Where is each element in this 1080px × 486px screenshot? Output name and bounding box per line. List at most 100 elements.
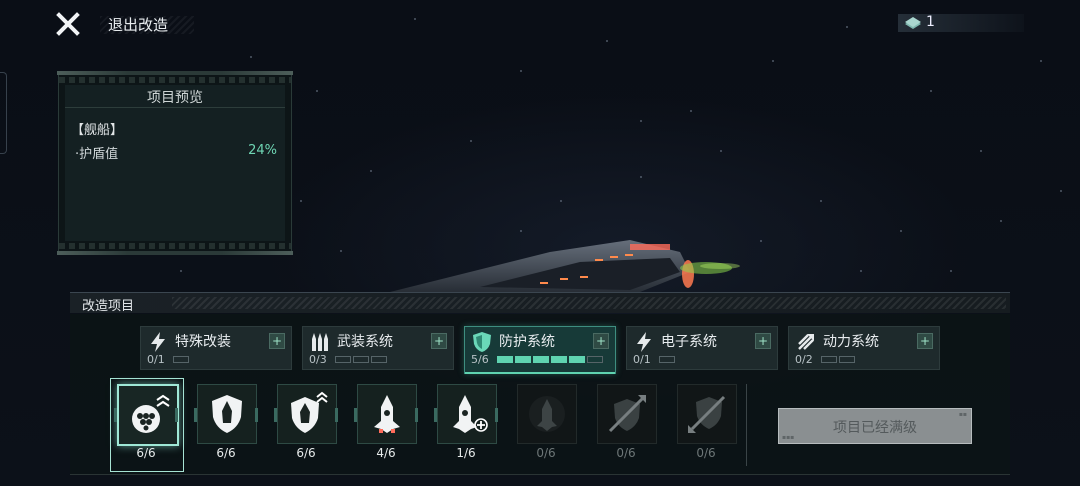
item-side-mark (114, 408, 117, 422)
item-side-mark (194, 408, 197, 422)
ship-plus-icon (437, 384, 497, 444)
shield-icon (471, 331, 493, 353)
upgrade-item-1[interactable]: 6/6 (194, 384, 258, 466)
progress-pip (821, 356, 837, 363)
upgrade-item-0[interactable]: 6/6 (114, 384, 179, 466)
star (180, 270, 182, 272)
star (470, 140, 472, 142)
header-stripes (172, 297, 1006, 309)
lightning-icon (633, 331, 655, 353)
star (560, 200, 562, 202)
star (820, 200, 822, 202)
panel-grille (59, 77, 291, 83)
progress-pips (659, 356, 675, 363)
tab-1[interactable]: 武装系统 +0/3 (302, 326, 454, 370)
shield-pierce-down-icon (677, 384, 737, 444)
upgrade-item-7[interactable]: 0/6 (677, 384, 737, 466)
progress-pips (335, 356, 387, 363)
star (640, 176, 642, 178)
star (772, 60, 774, 62)
upgrade-item-3[interactable]: 4/6 (354, 384, 418, 466)
preview-content: 项目预览 【舰船】 ·护盾值 24% (65, 85, 285, 241)
tab-4[interactable]: 动力系统 +0/2 (788, 326, 940, 370)
star (1060, 190, 1062, 192)
exit-modification-button[interactable]: 退出改造 (108, 14, 168, 35)
shield-ship-icon (197, 384, 257, 444)
thruster-icon (795, 331, 817, 353)
modification-title: 改造项目 (82, 299, 135, 314)
shield-pierce-icon (597, 384, 657, 444)
item-side-mark (415, 408, 418, 422)
add-icon[interactable]: + (431, 333, 447, 349)
star (900, 230, 902, 232)
progress-pip (371, 356, 387, 363)
item-level: 6/6 (216, 446, 236, 460)
item-side-mark (274, 408, 277, 422)
star (340, 250, 342, 252)
progress-pip (587, 356, 603, 363)
upgrade-item-5[interactable]: 0/6 (517, 384, 577, 466)
star (640, 120, 642, 122)
progress-pips (497, 356, 603, 363)
upgrade-item-6[interactable]: 0/6 (597, 384, 657, 466)
star (1000, 220, 1002, 222)
lightning-icon (147, 331, 169, 353)
item-side-mark (495, 408, 498, 422)
tab-2[interactable]: 防护系统 +5/6 (464, 326, 616, 374)
maxed-button[interactable]: ▪▪▪ ▪▪ 项目已经满级 (778, 408, 972, 444)
preview-stat-label: ·护盾值 (75, 147, 119, 162)
tab-count: 0/1 (633, 353, 651, 366)
tab-label: 特殊改装 (175, 334, 231, 350)
tab-count: 5/6 (471, 353, 489, 366)
add-icon[interactable]: + (269, 333, 285, 349)
item-level: 0/6 (616, 446, 636, 460)
tab-label: 防护系统 (499, 334, 555, 350)
module-chip-icon (905, 17, 921, 29)
item-level: 6/6 (136, 446, 156, 460)
progress-pip (335, 356, 351, 363)
progress-pip (515, 356, 531, 363)
preview-category: 【舰船】 (71, 123, 124, 138)
active-underline (465, 372, 615, 374)
progress-pip (173, 356, 189, 363)
star (1040, 60, 1042, 62)
star (690, 110, 692, 112)
progress-pip (839, 356, 855, 363)
maxed-label: 项目已经满级 (833, 420, 917, 436)
star (300, 200, 302, 202)
ship-locked-icon (517, 384, 577, 444)
progress-pips (821, 356, 855, 363)
tab-0[interactable]: 特殊改装 +0/1 (140, 326, 292, 370)
item-level: 0/6 (536, 446, 556, 460)
panel-grille (59, 243, 291, 249)
ammo-icon (309, 331, 331, 353)
upgrade-item-4[interactable]: 1/6 (434, 384, 498, 466)
add-icon[interactable]: + (755, 333, 771, 349)
tab-3[interactable]: 电子系统 +0/1 (626, 326, 778, 370)
progress-pips (173, 356, 189, 363)
tab-label: 动力系统 (823, 334, 879, 350)
star (950, 270, 952, 272)
item-side-mark (255, 408, 258, 422)
preview-panel: 项目预览 【舰船】 ·护盾值 24% (57, 71, 293, 255)
item-side-mark (335, 408, 338, 422)
currency-display: 1 (898, 14, 1024, 32)
item-level: 1/6 (456, 446, 476, 460)
side-handle[interactable] (0, 72, 7, 154)
star (980, 150, 982, 152)
star (930, 90, 932, 92)
close-icon[interactable] (56, 12, 80, 36)
divider (746, 384, 747, 466)
preview-title: 项目预览 (65, 87, 285, 108)
shield-ship-upgrade-icon (277, 384, 337, 444)
upgrade-item-2[interactable]: 6/6 (274, 384, 338, 466)
star (606, 40, 608, 42)
progress-pip (659, 356, 675, 363)
star (250, 56, 252, 58)
modification-header: 改造项目 (70, 292, 1010, 314)
tab-label: 武装系统 (337, 334, 393, 350)
item-level: 4/6 (376, 446, 396, 460)
item-side-mark (175, 408, 178, 422)
add-icon[interactable]: + (917, 333, 933, 349)
add-icon[interactable]: + (593, 333, 609, 349)
